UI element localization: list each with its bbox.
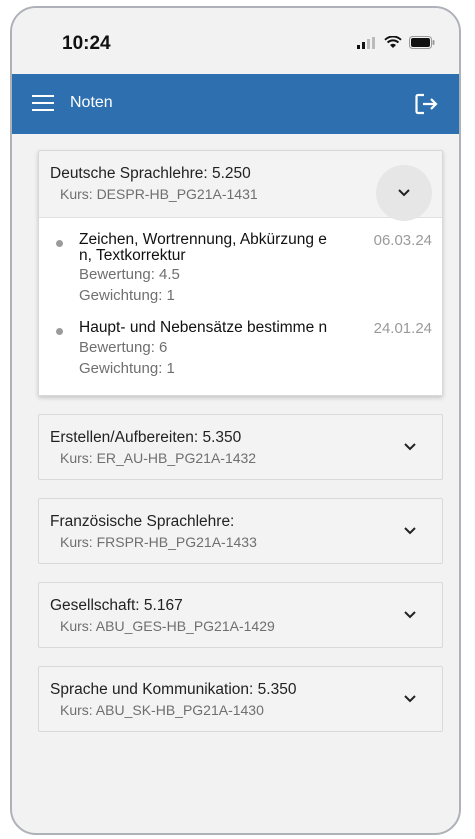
expand-button[interactable] <box>395 432 425 462</box>
menu-icon[interactable] <box>32 95 54 111</box>
course-card-header[interactable]: Deutsche Sprachlehre: 5.250 Kurs: DESPR-… <box>39 151 442 221</box>
bullet <box>56 328 63 335</box>
course-code: Kurs: FRSPR-HB_PG21A-1433 <box>60 534 257 550</box>
grade-weight: Gewichtung: 1 <box>79 287 175 304</box>
battery-icon <box>409 36 435 49</box>
expand-button[interactable] <box>395 516 425 546</box>
course-code: Kurs: ER_AU-HB_PG21A-1432 <box>60 450 257 466</box>
app-bar: Noten <box>12 74 459 134</box>
course-card[interactable]: Französische Sprachlehre: Kurs: FRSPR-HB… <box>38 498 443 564</box>
course-title: Gesellschaft: 5.167 <box>50 597 183 614</box>
grade-item: Haupt- und Nebensätze bestimme n 24.01.2… <box>53 320 432 379</box>
course-title: Sprache und Kommunikation: 5.350 <box>50 681 297 698</box>
course-code: Kurs: ABU_GES-HB_PG21A-1429 <box>60 618 275 634</box>
course-card[interactable]: Sprache und Kommunikation: 5.350 Kurs: A… <box>38 666 443 732</box>
app-title: Noten <box>70 94 113 111</box>
course-card[interactable]: Gesellschaft: 5.167 Kurs: ABU_GES-HB_PG2… <box>38 582 443 648</box>
course-card[interactable]: Erstellen/Aufbereiten: 5.350 Kurs: ER_AU… <box>38 414 443 480</box>
grade-rating: Bewertung: 4.5 <box>79 266 180 283</box>
grade-title: Zeichen, Wortrennung, Abkürzung en, Text… <box>79 231 327 264</box>
status-bar: 10:24 <box>12 8 459 74</box>
collapse-button[interactable] <box>376 165 432 221</box>
grade-weight: Gewichtung: 1 <box>79 360 175 377</box>
expand-button[interactable] <box>395 600 425 630</box>
grade-date: 24.01.24 <box>373 320 432 337</box>
course-code: Kurs: DESPR-HB_PG21A-1431 <box>60 186 258 202</box>
course-code: Kurs: ABU_SK-HB_PG21A-1430 <box>60 702 264 718</box>
course-card-header[interactable]: Französische Sprachlehre: Kurs: FRSPR-HB… <box>39 499 442 563</box>
course-title: Erstellen/Aufbereiten: 5.350 <box>50 429 242 446</box>
chevron-down-icon <box>404 695 416 703</box>
signal-icon <box>357 36 375 49</box>
logout-icon[interactable] <box>415 93 439 115</box>
course-card: Deutsche Sprachlehre: 5.250 Kurs: DESPR-… <box>38 150 443 396</box>
expand-button[interactable] <box>395 684 425 714</box>
course-title: Französische Sprachlehre: <box>50 513 235 530</box>
chevron-down-icon <box>404 527 416 535</box>
chevron-down-icon <box>404 611 416 619</box>
chevron-down-icon <box>398 189 410 197</box>
bullet <box>56 240 63 247</box>
grade-rating: Bewertung: 6 <box>79 339 168 356</box>
course-card-header[interactable]: Gesellschaft: 5.167 Kurs: ABU_GES-HB_PG2… <box>39 583 442 647</box>
status-icons <box>357 36 435 49</box>
phone-frame: 10:24 Noten Deutsche Sprachlehre: 5.250 … <box>10 6 461 835</box>
wifi-icon <box>384 36 402 48</box>
course-title: Deutsche Sprachlehre: 5.250 <box>50 165 251 182</box>
course-card-header[interactable]: Sprache und Kommunikation: 5.350 Kurs: A… <box>39 667 442 731</box>
grade-item: Zeichen, Wortrennung, Abkürzung en, Text… <box>53 232 432 306</box>
course-card-header[interactable]: Erstellen/Aufbereiten: 5.350 Kurs: ER_AU… <box>39 415 442 479</box>
course-list: Deutsche Sprachlehre: 5.250 Kurs: DESPR-… <box>12 134 459 732</box>
chevron-down-icon <box>404 443 416 451</box>
grade-date: 06.03.24 <box>373 232 432 249</box>
grade-title: Haupt- und Nebensätze bestimme n <box>79 319 328 336</box>
status-time: 10:24 <box>62 33 111 54</box>
grade-list: Zeichen, Wortrennung, Abkürzung en, Text… <box>39 217 442 395</box>
